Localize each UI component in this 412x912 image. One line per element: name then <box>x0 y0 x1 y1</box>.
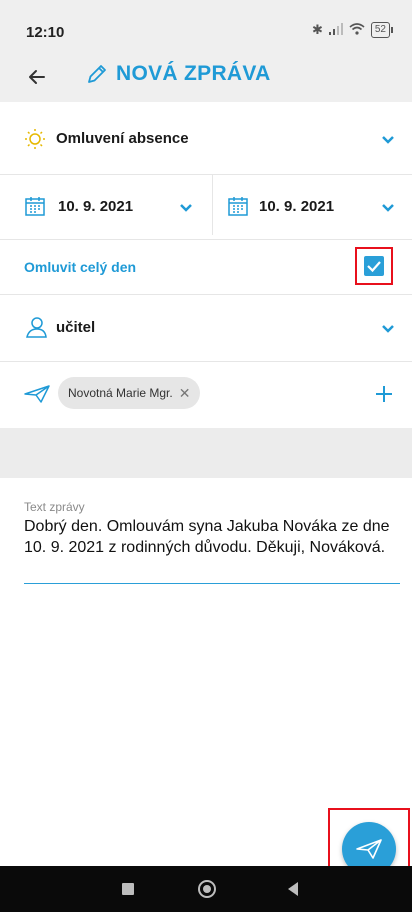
recipient-role-select[interactable]: učitel <box>0 295 412 362</box>
app-bar: NOVÁ ZPRÁVA <box>0 52 412 102</box>
send-icon <box>24 385 50 403</box>
bluetooth-icon: ✱ <box>311 22 323 37</box>
absence-type-label: Omluvení absence <box>56 130 189 147</box>
page-title: NOVÁ ZPRÁVA <box>116 62 271 85</box>
message-textarea[interactable]: Dobrý den. Omlouvám syna Jakuba Nováka z… <box>24 516 392 558</box>
checkbox-highlight-frame <box>355 247 393 285</box>
home-button[interactable] <box>198 880 216 898</box>
date-to-value: 10. 9. 2021 <box>259 198 335 215</box>
person-icon <box>26 317 47 338</box>
chevron-down-icon <box>180 204 192 212</box>
chevron-down-icon <box>382 136 394 144</box>
date-from-select[interactable]: 10. 9. 2021 <box>0 175 212 239</box>
pencil-icon <box>88 65 106 83</box>
back-nav-button[interactable] <box>286 881 300 897</box>
message-label: Text zprávy <box>24 500 85 514</box>
date-to-select[interactable]: 10. 9. 2021 <box>213 175 412 239</box>
chevron-down-icon <box>382 325 394 333</box>
system-nav-bar <box>0 866 412 912</box>
recipient-name: Novotná Marie Mgr. <box>68 386 173 400</box>
whole-day-label: Omluvit celý den <box>24 259 137 275</box>
battery-icon: 52 <box>370 22 394 38</box>
signal-icon <box>328 22 343 38</box>
lightbulb-icon <box>25 129 45 149</box>
back-button[interactable] <box>22 62 52 92</box>
absence-type-select[interactable]: Omluvení absence <box>0 102 412 175</box>
arrow-left-icon <box>29 70 45 84</box>
add-recipient-button[interactable] <box>374 384 394 404</box>
recipient-chip[interactable]: Novotná Marie Mgr. ✕ <box>58 377 201 409</box>
recents-button[interactable] <box>122 883 134 895</box>
recipient-role-label: učitel <box>56 319 96 336</box>
chevron-down-icon <box>382 204 394 212</box>
remove-recipient-icon[interactable]: ✕ <box>179 385 191 402</box>
status-icons: ✱ 52 <box>311 22 394 38</box>
title-group: NOVÁ ZPRÁVA <box>86 62 271 86</box>
date-range-row: 10. 9. 2021 10. 9. 2021 <box>0 175 412 240</box>
date-divider <box>212 175 213 235</box>
message-underline <box>24 583 400 584</box>
calendar-icon <box>228 197 248 216</box>
calendar-icon <box>25 197 45 216</box>
status-bar: 12:10 ✱ 52 <box>0 0 412 52</box>
status-time: 12:10 <box>26 24 65 41</box>
section-separator <box>0 428 412 478</box>
wifi-icon <box>349 22 365 38</box>
date-from-value: 10. 9. 2021 <box>58 198 134 215</box>
whole-day-row: Omluvit celý den <box>0 240 412 295</box>
